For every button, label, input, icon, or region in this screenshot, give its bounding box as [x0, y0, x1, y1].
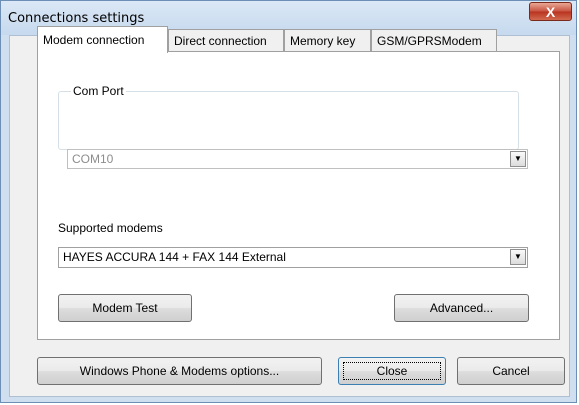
focus-rectangle [343, 362, 441, 380]
tab-label: GSM/GPRSModem [377, 34, 482, 48]
tab-label: Modem connection [43, 33, 145, 47]
windows-phone-modems-options-button[interactable]: Windows Phone & Modems options... [37, 357, 322, 385]
window-title: Connections settings [8, 11, 145, 26]
com-port-value: COM10 [72, 152, 114, 166]
chevron-down-icon[interactable]: ▼ [510, 249, 526, 265]
cancel-label: Cancel [492, 364, 530, 378]
modem-test-label: Modem Test [92, 301, 158, 315]
com-port-group-label: Com Port [71, 84, 126, 98]
advanced-label: Advanced... [429, 301, 494, 315]
supported-modems-label: Supported modems [58, 221, 163, 235]
com-port-group [58, 91, 519, 150]
tab-gsm-gprs-modem[interactable]: GSM/GPRSModem [371, 29, 497, 51]
supported-modems-select[interactable]: HAYES ACCURA 144 + FAX 144 External ▼ [58, 247, 528, 268]
tab-modem-connection[interactable]: Modem connection [37, 26, 168, 53]
com-port-select[interactable]: COM10 ▼ [67, 149, 528, 169]
tab-label: Memory key [290, 34, 356, 48]
advanced-button[interactable]: Advanced... [394, 294, 529, 322]
supported-modems-value: HAYES ACCURA 144 + FAX 144 External [63, 250, 286, 264]
tab-label: Direct connection [174, 34, 267, 48]
windows-phone-modems-options-label: Windows Phone & Modems options... [79, 364, 280, 378]
tab-direct-connection[interactable]: Direct connection [168, 29, 284, 51]
connections-settings-dialog: Connections settings X Modem connection … [0, 0, 577, 403]
close-window-button[interactable]: X [529, 2, 572, 21]
close-button[interactable]: Close [338, 357, 446, 385]
tab-memory-key[interactable]: Memory key [284, 29, 371, 51]
modem-test-button[interactable]: Modem Test [58, 294, 192, 322]
chevron-down-icon[interactable]: ▼ [510, 151, 526, 167]
tab-panel-modem-connection: Com Port COM10 ▼ Supported modems HAYES … [37, 51, 560, 340]
cancel-button[interactable]: Cancel [457, 357, 565, 385]
close-icon: X [545, 4, 556, 20]
